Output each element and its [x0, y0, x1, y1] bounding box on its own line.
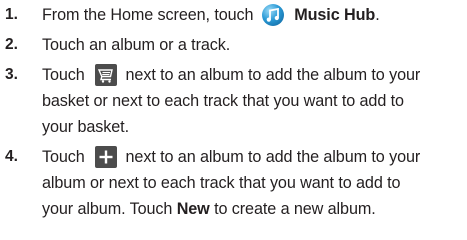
step-4-line-2: album or next to each track that you wan… — [42, 174, 401, 192]
step-number: 2. — [5, 36, 18, 53]
step-4-line-3: your album. Touch New to create a new al… — [42, 197, 376, 221]
step-text: . — [375, 6, 380, 24]
step-number: 3. — [5, 66, 18, 83]
step-text: Touch — [42, 66, 85, 84]
step-3-line-3: your basket. — [42, 118, 129, 136]
basket-icon — [95, 63, 118, 86]
step-text: to create a new album. — [214, 200, 376, 218]
step-text: next to an album to add the album to you… — [125, 148, 421, 166]
step-text: your album. Touch — [42, 200, 173, 218]
instructions-document: 1. From the Home screen, touch Music Hub… — [0, 0, 467, 240]
music-hub-icon — [261, 3, 284, 26]
step-number: 1. — [5, 6, 18, 23]
step-2-line-1: Touch an album or a track. — [42, 36, 231, 54]
step-4-line-1: Touch next to an album to add the album … — [42, 145, 420, 169]
step-1-line-1: From the Home screen, touch Music Hub. — [42, 3, 380, 27]
step-number: 4. — [5, 148, 18, 165]
new-label: New — [176, 200, 210, 218]
step-3-line-2: basket or next to each track that you wa… — [42, 92, 404, 110]
step-3-line-1: Touch next to an album to add the album … — [42, 63, 420, 87]
step-text: From the Home screen, touch — [42, 6, 254, 24]
music-hub-app-name: Music Hub — [294, 6, 376, 24]
step-text: next to an album to add the album to you… — [125, 66, 421, 84]
plus-icon — [95, 145, 118, 168]
step-text: Touch — [42, 148, 85, 166]
